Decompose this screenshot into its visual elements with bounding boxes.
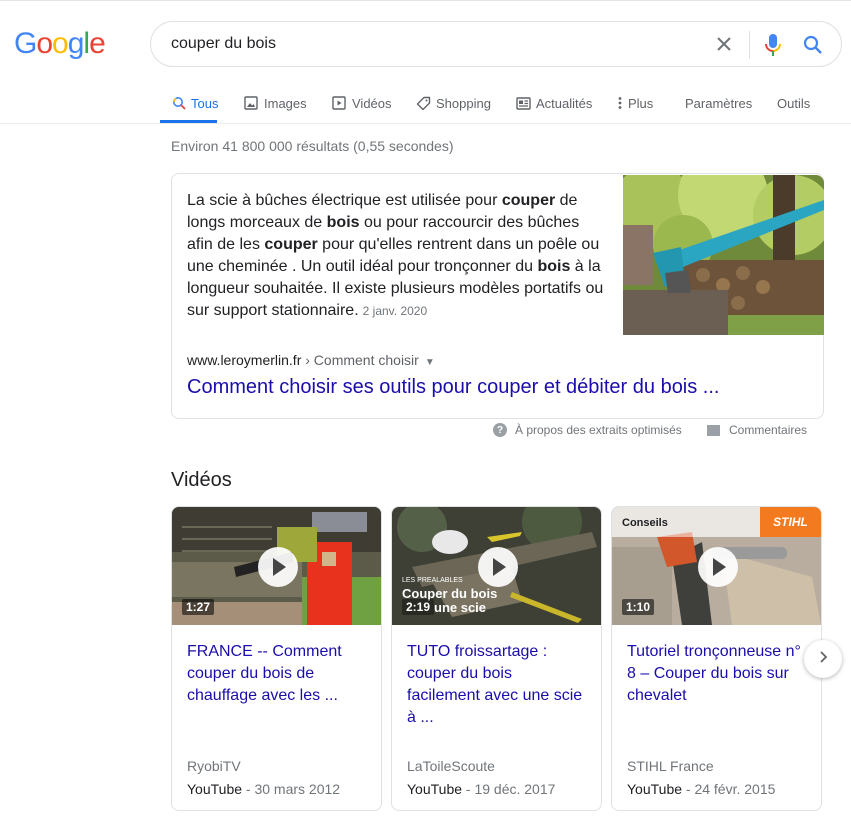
- video-date: - 30 mars 2012: [242, 781, 341, 797]
- search-tabs: Tous Images Vidéos Shopping Actualités P…: [160, 84, 851, 124]
- video-thumbnail[interactable]: 1:27: [172, 507, 381, 625]
- more-vert-icon: [616, 95, 624, 111]
- video-meta: YouTube - 19 déc. 2017: [407, 781, 555, 797]
- feedback-icon: [707, 424, 720, 436]
- about-snippets-link[interactable]: ? À propos des extraits optimisés: [493, 423, 682, 437]
- snippet-text: La scie à bûches électrique est utilisée…: [187, 190, 607, 322]
- about-snippets-label: À propos des extraits optimisés: [515, 423, 682, 437]
- video-date: - 24 févr. 2015: [682, 781, 776, 797]
- video-meta: YouTube - 24 févr. 2015: [627, 781, 775, 797]
- snippet-text-part: La scie à bûches électrique est utilisée…: [187, 192, 502, 209]
- tab-label: Tous: [191, 95, 219, 111]
- cite-domain: www.leroymerlin.fr: [187, 352, 302, 368]
- video-channel: LaToileScoute: [407, 758, 495, 774]
- video-source: YouTube: [627, 781, 683, 797]
- tab-label: Plus: [628, 95, 654, 111]
- logo-letter: o: [36, 27, 53, 60]
- tab-plus[interactable]: Plus: [616, 84, 653, 122]
- microphone-icon[interactable]: [763, 32, 783, 58]
- videos-heading: Vidéos: [171, 469, 232, 491]
- tab-label: Images: [264, 95, 307, 111]
- play-icon[interactable]: [698, 547, 738, 587]
- highlighted-term: couper: [264, 236, 318, 253]
- overlay-title-2: une scie: [434, 600, 487, 615]
- video-duration: 1:10: [622, 599, 655, 615]
- video-title-link[interactable]: FRANCE -- Comment couper du bois de chau…: [187, 641, 369, 707]
- video-channel: RyobiTV: [187, 758, 241, 774]
- overlay-caption: LES PREALABLES: [402, 577, 463, 584]
- video-card[interactable]: LES PREALABLES Couper du bois une scie 2…: [391, 506, 602, 811]
- tab-label: Shopping: [436, 95, 491, 111]
- google-logo[interactable]: Google: [14, 27, 106, 61]
- image-icon: [243, 95, 259, 111]
- tab-actualites[interactable]: Actualités: [515, 84, 592, 122]
- tab-images[interactable]: Images: [243, 84, 307, 122]
- news-icon: [515, 95, 531, 111]
- play-icon[interactable]: [478, 547, 518, 587]
- tab-tous[interactable]: Tous: [160, 84, 219, 123]
- highlighted-term: couper: [501, 192, 556, 209]
- video-title-link[interactable]: TUTO froissartage : couper du bois facil…: [407, 641, 589, 729]
- video-channel: STIHL France: [627, 758, 714, 774]
- search-icon: [172, 95, 186, 111]
- caret-down-icon[interactable]: ▼: [425, 357, 435, 368]
- highlighted-term: bois: [326, 214, 360, 231]
- video-card[interactable]: Conseils STIHL 1:10 Tutoriel tronçonneus…: [611, 506, 822, 811]
- feedback-link[interactable]: Commentaires: [707, 423, 807, 437]
- video-title-link[interactable]: Tutoriel tronçonneuse n° 8 – Couper du b…: [627, 641, 809, 707]
- carousel-next-button[interactable]: [804, 640, 842, 678]
- tab-label: Actualités: [536, 95, 593, 111]
- tab-label: Vidéos: [352, 95, 392, 111]
- video-source: YouTube: [187, 781, 243, 797]
- tab-parametres[interactable]: Paramètres: [685, 84, 752, 122]
- logo-letter: o: [52, 27, 69, 60]
- brand-logo: STIHL: [760, 507, 821, 537]
- play-box-icon: [331, 95, 347, 111]
- logo-letter: G: [14, 27, 37, 60]
- video-source: YouTube: [407, 781, 463, 797]
- tab-shopping[interactable]: Shopping: [415, 84, 491, 122]
- feedback-label: Commentaires: [729, 423, 808, 437]
- tab-label: Outils: [777, 95, 811, 111]
- top-border: [0, 0, 851, 1]
- video-thumbnail[interactable]: LES PREALABLES Couper du bois une scie 2…: [392, 507, 601, 625]
- highlighted-term: bois: [537, 258, 571, 275]
- video-thumbnail[interactable]: Conseils STIHL 1:10: [612, 507, 821, 625]
- play-icon[interactable]: [258, 547, 298, 587]
- video-duration: 2:19: [402, 599, 435, 615]
- search-divider: [749, 31, 750, 59]
- help-icon: ?: [493, 423, 507, 437]
- tag-icon: [415, 95, 431, 111]
- video-duration: 1:27: [182, 599, 215, 615]
- tab-videos[interactable]: Vidéos: [331, 84, 392, 122]
- close-icon[interactable]: [713, 33, 735, 55]
- search-box: [150, 21, 842, 67]
- snippet-image[interactable]: [623, 175, 824, 335]
- tabs-divider: [0, 123, 851, 124]
- tab-outils[interactable]: Outils: [777, 84, 810, 122]
- video-date: - 19 déc. 2017: [462, 781, 556, 797]
- search-icon[interactable]: [801, 33, 825, 57]
- logo-letter: e: [89, 27, 106, 60]
- cite-path: › Comment choisir: [301, 352, 419, 368]
- search-input[interactable]: [171, 32, 691, 56]
- logo-letter: g: [67, 27, 85, 60]
- snippet-date: 2 janv. 2020: [362, 304, 428, 318]
- snippet-title-link[interactable]: Comment choisir ses outils pour couper e…: [187, 376, 719, 399]
- video-badge: Conseils: [622, 517, 668, 529]
- result-stats: Environ 41 800 000 résultats (0,55 secon…: [171, 138, 454, 154]
- video-card[interactable]: 1:27 FRANCE -- Comment couper du bois de…: [171, 506, 382, 811]
- featured-snippet: La scie à bûches électrique est utilisée…: [171, 173, 824, 419]
- chevron-right-icon: [817, 650, 829, 669]
- video-meta: YouTube - 30 mars 2012: [187, 781, 340, 797]
- snippet-cite: www.leroymerlin.fr › Comment choisir ▼: [187, 352, 435, 368]
- tab-label: Paramètres: [685, 95, 753, 111]
